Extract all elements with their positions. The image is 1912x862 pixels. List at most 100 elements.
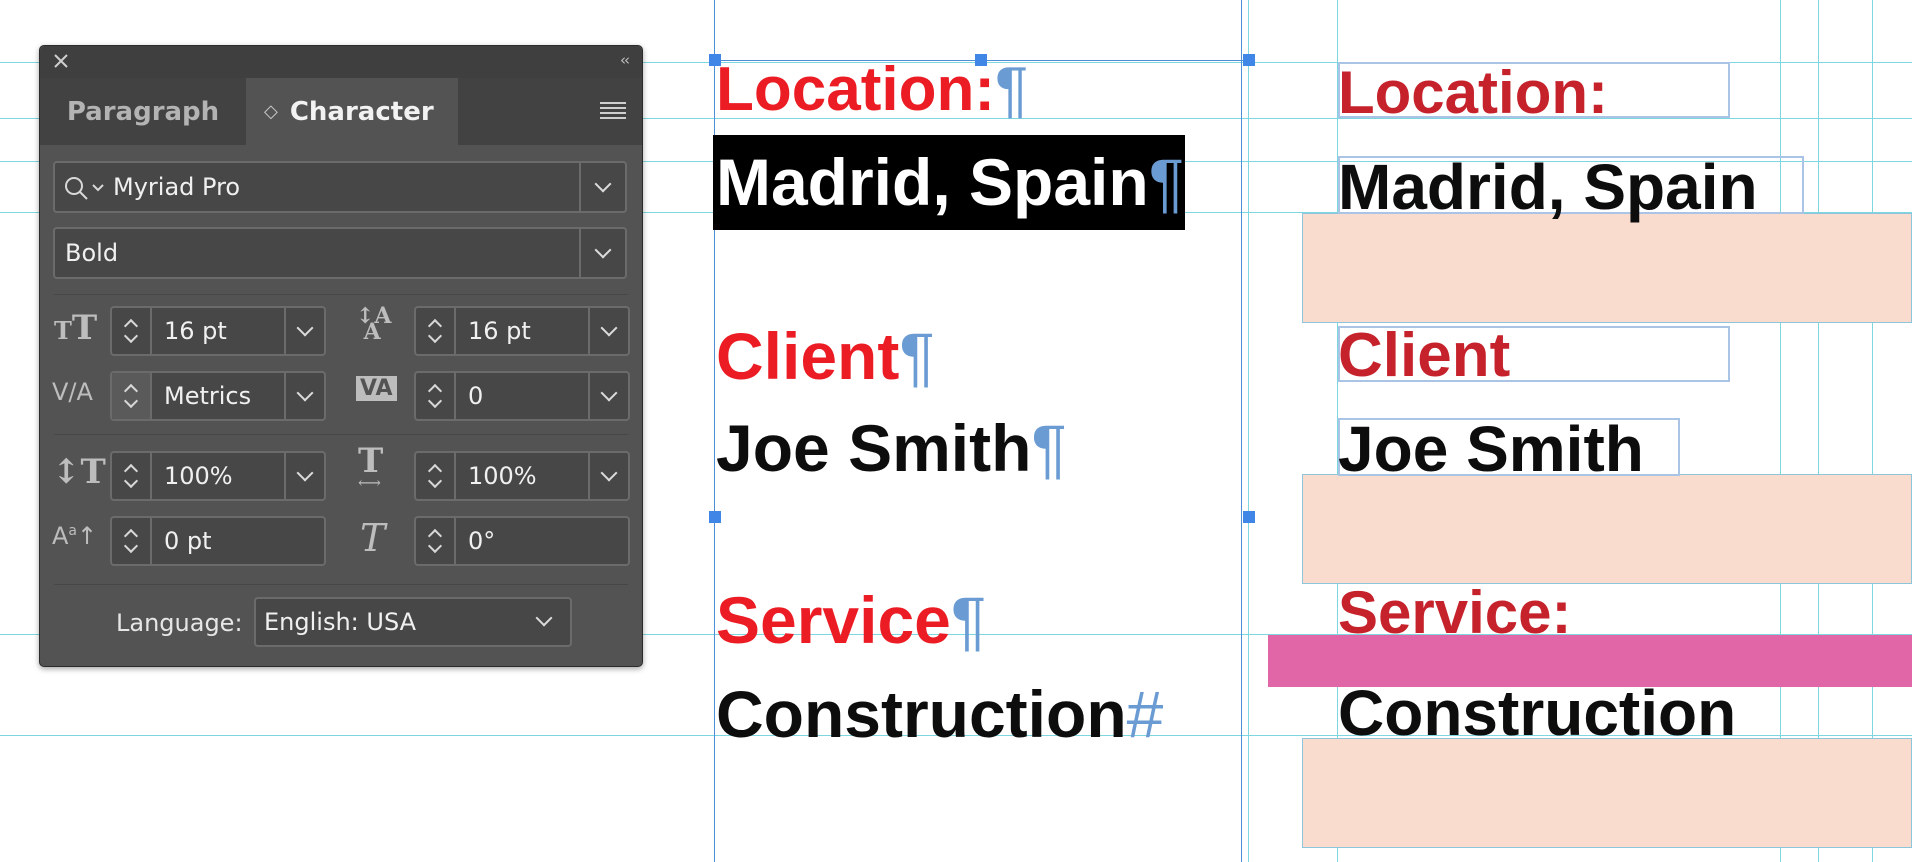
chevron-down-icon <box>594 241 612 259</box>
font-family-field[interactable]: Myriad Pro <box>53 161 627 213</box>
panel-tabs: Paragraph ◇ Character <box>40 78 642 145</box>
column-edge <box>1241 0 1242 862</box>
guide-line <box>1818 0 1819 862</box>
frame-handle-left[interactable] <box>709 511 721 523</box>
language-label: Language: <box>116 609 243 637</box>
tab-paragraph-label: Paragraph <box>66 96 220 127</box>
language-value: English: USA <box>264 608 417 636</box>
font-size-field[interactable]: 16 pt <box>110 306 326 356</box>
language-select[interactable]: English: USA <box>254 597 572 647</box>
preview-location-value: Madrid, Spain <box>1338 151 1758 223</box>
client-label[interactable]: Client¶ <box>716 318 935 394</box>
tracking-field[interactable]: 0 <box>414 371 630 421</box>
leading-dropdown[interactable] <box>588 308 628 354</box>
tracking-dropdown[interactable] <box>588 373 628 419</box>
kerning-value: Metrics <box>164 382 252 410</box>
horizontal-scale-value: 100% <box>468 462 537 490</box>
character-panel: ‹‹ Paragraph ◇ Character Myriad Pro Bold … <box>39 45 643 667</box>
preview-client-value: Joe Smith <box>1338 413 1644 485</box>
frame-handle-right[interactable] <box>1243 511 1255 523</box>
font-size-stepper[interactable] <box>112 308 152 354</box>
font-family-value: Myriad Pro <box>113 173 241 201</box>
tab-character-label: Character <box>289 96 434 127</box>
skew-icon: T <box>360 516 386 560</box>
preview-service-value: Construction <box>1338 677 1737 749</box>
chevron-down-icon <box>296 464 314 482</box>
kerning-field[interactable]: Metrics <box>110 371 326 421</box>
baseline-shift-field[interactable]: 0 pt <box>110 516 326 566</box>
service-value[interactable]: Construction# <box>716 676 1163 752</box>
panel-divider <box>54 434 628 435</box>
tab-character[interactable]: ◇ Character <box>246 78 458 145</box>
pilcrow-mark: ¶ <box>994 55 1029 124</box>
end-of-story-mark: # <box>1126 677 1164 751</box>
leading-field[interactable]: 16 pt <box>414 306 630 356</box>
skew-field[interactable]: 0° <box>414 516 630 566</box>
location-value-text: Madrid, Spain <box>716 145 1149 219</box>
preview-shape <box>1302 738 1912 848</box>
client-value-text: Joe Smith <box>716 411 1032 485</box>
chevron-down-icon <box>535 609 553 627</box>
horizontal-scale-field[interactable]: 100% <box>414 451 630 501</box>
font-size-icon: TT <box>54 308 98 348</box>
tracking-value: 0 <box>468 382 484 410</box>
service-label[interactable]: Service¶ <box>716 582 986 658</box>
service-label-text: Service <box>716 583 951 657</box>
location-label[interactable]: Location:¶ <box>716 54 1028 125</box>
chevron-down-icon <box>600 319 618 337</box>
pilcrow-mark: ¶ <box>950 583 987 657</box>
vertical-scale-value: 100% <box>164 462 233 490</box>
kerning-stepper[interactable] <box>112 373 152 419</box>
vertical-scale-stepper[interactable] <box>112 453 152 499</box>
service-value-text: Construction <box>716 677 1127 751</box>
leading-value: 16 pt <box>468 317 531 345</box>
guide-line <box>1248 0 1249 862</box>
location-value[interactable]: Madrid, Spain¶ <box>716 144 1184 220</box>
font-size-dropdown[interactable] <box>284 308 324 354</box>
tracking-stepper[interactable] <box>416 373 456 419</box>
baseline-shift-stepper[interactable] <box>112 518 152 564</box>
preview-service-label: Service: <box>1338 579 1572 646</box>
leading-stepper[interactable] <box>416 308 456 354</box>
leading-icon: ↕A A <box>356 303 392 345</box>
chevron-down-icon <box>600 464 618 482</box>
pilcrow-mark: ¶ <box>899 319 935 393</box>
panel-menu-icon[interactable] <box>600 102 626 122</box>
text-frame-edge <box>714 0 715 862</box>
close-icon[interactable] <box>50 50 72 72</box>
preview-shape <box>1302 213 1912 323</box>
collapse-icon[interactable]: ‹‹ <box>620 51 630 69</box>
skew-value: 0° <box>468 527 496 555</box>
skew-stepper[interactable] <box>416 518 456 564</box>
horizontal-scale-dropdown[interactable] <box>588 453 628 499</box>
frame-handle-tr[interactable] <box>1243 54 1255 66</box>
kerning-icon: V/A <box>52 378 93 406</box>
preview-client-label: Client <box>1338 321 1511 390</box>
kerning-dropdown[interactable] <box>284 373 324 419</box>
chevron-down-icon <box>296 319 314 337</box>
chevron-down-icon <box>296 384 314 402</box>
client-value[interactable]: Joe Smith¶ <box>716 410 1067 486</box>
tracking-icon: VA <box>356 376 397 401</box>
vertical-scale-icon: ↕T <box>52 452 106 492</box>
preview-location-label: Location: <box>1338 59 1608 126</box>
pilcrow-mark: ¶ <box>1148 145 1185 219</box>
tab-expand-icon: ◇ <box>264 101 278 122</box>
pilcrow-mark: ¶ <box>1031 411 1067 485</box>
horizontal-scale-stepper[interactable] <box>416 453 456 499</box>
font-style-dropdown[interactable] <box>579 229 625 277</box>
chevron-down-icon <box>594 175 612 193</box>
location-label-text: Location: <box>716 55 995 124</box>
search-icon <box>65 177 104 200</box>
client-label-text: Client <box>716 319 900 393</box>
font-style-field[interactable]: Bold <box>53 227 627 279</box>
horizontal-scale-icon: T ⟷ <box>358 441 384 492</box>
guide-line <box>1780 0 1781 862</box>
tab-paragraph[interactable]: Paragraph <box>40 78 246 145</box>
font-size-value: 16 pt <box>164 317 227 345</box>
font-family-dropdown[interactable] <box>579 163 625 211</box>
panel-divider <box>54 584 628 585</box>
vertical-scale-field[interactable]: 100% <box>110 451 326 501</box>
panel-titlebar: ‹‹ <box>40 46 642 78</box>
vertical-scale-dropdown[interactable] <box>284 453 324 499</box>
